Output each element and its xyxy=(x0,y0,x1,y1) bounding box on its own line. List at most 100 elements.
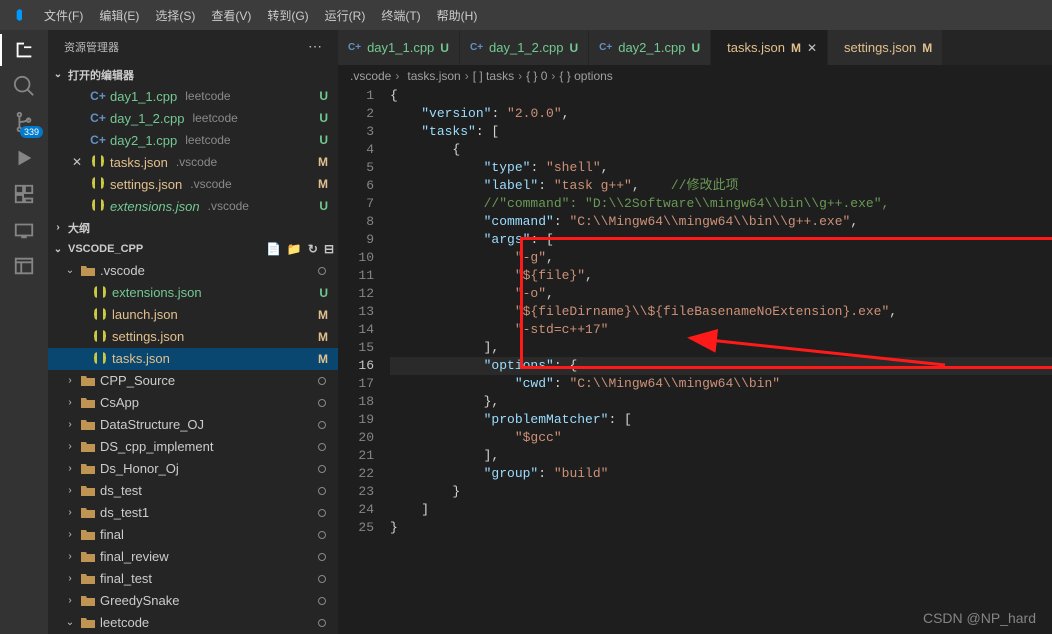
dirty-indicator xyxy=(318,619,326,627)
chevron-right-icon: › xyxy=(64,463,76,474)
editor-tab[interactable]: settings.jsonM xyxy=(828,30,943,65)
folder-item[interactable]: ⌄leetcode xyxy=(48,612,338,634)
git-status: M xyxy=(318,330,328,344)
folder-item[interactable]: ›Ds_Honor_Oj xyxy=(48,458,338,480)
git-status: M xyxy=(791,41,801,55)
folder-item[interactable]: ⌄.vscode xyxy=(48,260,338,282)
chevron-right-icon: › xyxy=(518,69,522,83)
open-editor-item[interactable]: settings.json.vscodeM xyxy=(48,173,338,195)
new-folder-icon[interactable]: 📁 xyxy=(287,242,302,256)
file-label: extensions.json xyxy=(110,199,200,214)
chevron-right-icon: › xyxy=(64,573,76,584)
tab-label: day1_1.cpp xyxy=(367,40,434,55)
open-editor-item[interactable]: extensions.json.vscodeU xyxy=(48,195,338,217)
chevron-right-icon: › xyxy=(465,69,469,83)
collapse-all-icon[interactable]: ⊟ xyxy=(324,242,334,256)
source-control-icon[interactable]: 339 xyxy=(12,110,36,134)
code-content[interactable]: { "version": "2.0.0", "tasks": [ { "type… xyxy=(390,87,1052,634)
tree-label: ds_test1 xyxy=(100,505,149,520)
file-item[interactable]: extensions.jsonU xyxy=(48,282,338,304)
file-path-suffix: .vscode xyxy=(190,177,231,191)
file-path-suffix: leetcode xyxy=(185,133,230,147)
folder-icon xyxy=(80,593,96,609)
new-file-icon[interactable]: 📄 xyxy=(266,242,281,256)
git-status: U xyxy=(319,111,328,125)
chevron-down-icon: ⌄ xyxy=(52,69,64,80)
tab-label: day_1_2.cpp xyxy=(489,40,563,55)
folder-item[interactable]: ›GreedySnake xyxy=(48,590,338,612)
json-file-icon xyxy=(90,176,106,192)
chevron-right-icon: › xyxy=(64,419,76,430)
menu-item[interactable]: 查看(V) xyxy=(203,5,259,27)
file-item[interactable]: launch.jsonM xyxy=(48,304,338,326)
editor-tab[interactable]: tasks.jsonM✕ xyxy=(711,30,828,65)
chevron-right-icon: › xyxy=(64,529,76,540)
folder-item[interactable]: ›CsApp xyxy=(48,392,338,414)
editor-area: C+ day1_1.cpp U C+day_1_2.cppUC+day2_1.cppU… xyxy=(338,30,1052,634)
git-status: U xyxy=(691,41,700,55)
refresh-icon[interactable]: ↻ xyxy=(308,242,318,256)
close-icon[interactable]: ✕ xyxy=(72,155,86,169)
menu-item[interactable]: 转到(G) xyxy=(259,5,316,27)
open-editor-item[interactable]: C+day_1_2.cppleetcodeU xyxy=(48,107,338,129)
file-item[interactable]: tasks.jsonM xyxy=(48,348,338,370)
menu-item[interactable]: 选择(S) xyxy=(147,5,203,27)
open-editor-item[interactable]: C+day2_1.cppleetcodeU xyxy=(48,129,338,151)
remote-icon[interactable] xyxy=(12,218,36,242)
breadcrumb-item[interactable]: .vscode xyxy=(350,69,391,83)
search-icon[interactable] xyxy=(12,74,36,98)
chevron-right-icon: › xyxy=(64,375,76,386)
folder-icon xyxy=(80,461,96,477)
menu-item[interactable]: 编辑(E) xyxy=(91,5,147,27)
file-label: tasks.json xyxy=(110,155,168,170)
editor-tab[interactable]: C+day_1_2.cppU xyxy=(460,30,589,65)
breadcrumb-item[interactable]: tasks.json xyxy=(403,69,460,83)
dirty-indicator xyxy=(318,553,326,561)
open-editor-item[interactable]: ✕tasks.json.vscodeM xyxy=(48,151,338,173)
breadcrumb-item[interactable]: [ ] tasks xyxy=(473,69,514,83)
folder-item[interactable]: ›final_test xyxy=(48,568,338,590)
dirty-indicator xyxy=(318,487,326,495)
workspace-header[interactable]: ⌄ VSCODE_CPP 📄 📁 ↻ ⊟ xyxy=(48,239,338,260)
menu-item[interactable]: 帮助(H) xyxy=(429,5,486,27)
chevron-right-icon: › xyxy=(395,69,399,83)
breadcrumbs[interactable]: .vscode›tasks.json›[ ] tasks›{ } 0›{ } o… xyxy=(338,65,1052,87)
folder-item[interactable]: ›final xyxy=(48,524,338,546)
explorer-icon[interactable] xyxy=(12,38,36,62)
chevron-right-icon: › xyxy=(52,222,64,233)
open-editor-item[interactable]: C+day1_1.cppleetcodeU xyxy=(48,85,338,107)
run-debug-icon[interactable] xyxy=(12,146,36,170)
more-actions-icon[interactable]: ⋯ xyxy=(308,38,322,55)
extensions-icon[interactable] xyxy=(12,182,36,206)
editor-tab[interactable]: C+day2_1.cppU xyxy=(589,30,711,65)
close-icon[interactable]: ✕ xyxy=(807,41,817,55)
layout-icon[interactable] xyxy=(12,254,36,278)
git-status: U xyxy=(440,41,449,55)
json-file-icon xyxy=(92,285,108,301)
folder-item[interactable]: ›final_review xyxy=(48,546,338,568)
activity-bar: 339 xyxy=(0,30,48,634)
tree-label: final_review xyxy=(100,549,169,564)
file-label: day1_1.cpp xyxy=(110,89,177,104)
cpp-file-icon: C+ xyxy=(90,88,106,104)
file-item[interactable]: settings.jsonM xyxy=(48,326,338,348)
editor[interactable]: 1234567891011121314151617181920212223242… xyxy=(338,87,1052,634)
menu-item[interactable]: 运行(R) xyxy=(317,5,374,27)
folder-item[interactable]: ›ds_test1 xyxy=(48,502,338,524)
menu-item[interactable]: 文件(F) xyxy=(36,5,91,27)
folder-item[interactable]: ›ds_test xyxy=(48,480,338,502)
folder-item[interactable]: ›DataStructure_OJ xyxy=(48,414,338,436)
menu-item[interactable]: 终端(T) xyxy=(373,5,428,27)
open-editors-header[interactable]: ⌄ 打开的编辑器 xyxy=(48,64,338,85)
dirty-indicator xyxy=(318,443,326,451)
breadcrumb-item[interactable]: { } options xyxy=(559,69,612,83)
folder-item[interactable]: ›DS_cpp_implement xyxy=(48,436,338,458)
outline-header[interactable]: › 大纲 xyxy=(48,217,338,238)
file-label: day2_1.cpp xyxy=(110,133,177,148)
file-path-suffix: leetcode xyxy=(192,111,237,125)
json-file-icon xyxy=(90,198,106,214)
editor-tab[interactable]: C+ day1_1.cpp U xyxy=(338,30,460,65)
breadcrumb-item[interactable]: { } 0 xyxy=(526,69,547,83)
folder-item[interactable]: ›CPP_Source xyxy=(48,370,338,392)
cpp-file-icon: C+ xyxy=(348,42,361,53)
